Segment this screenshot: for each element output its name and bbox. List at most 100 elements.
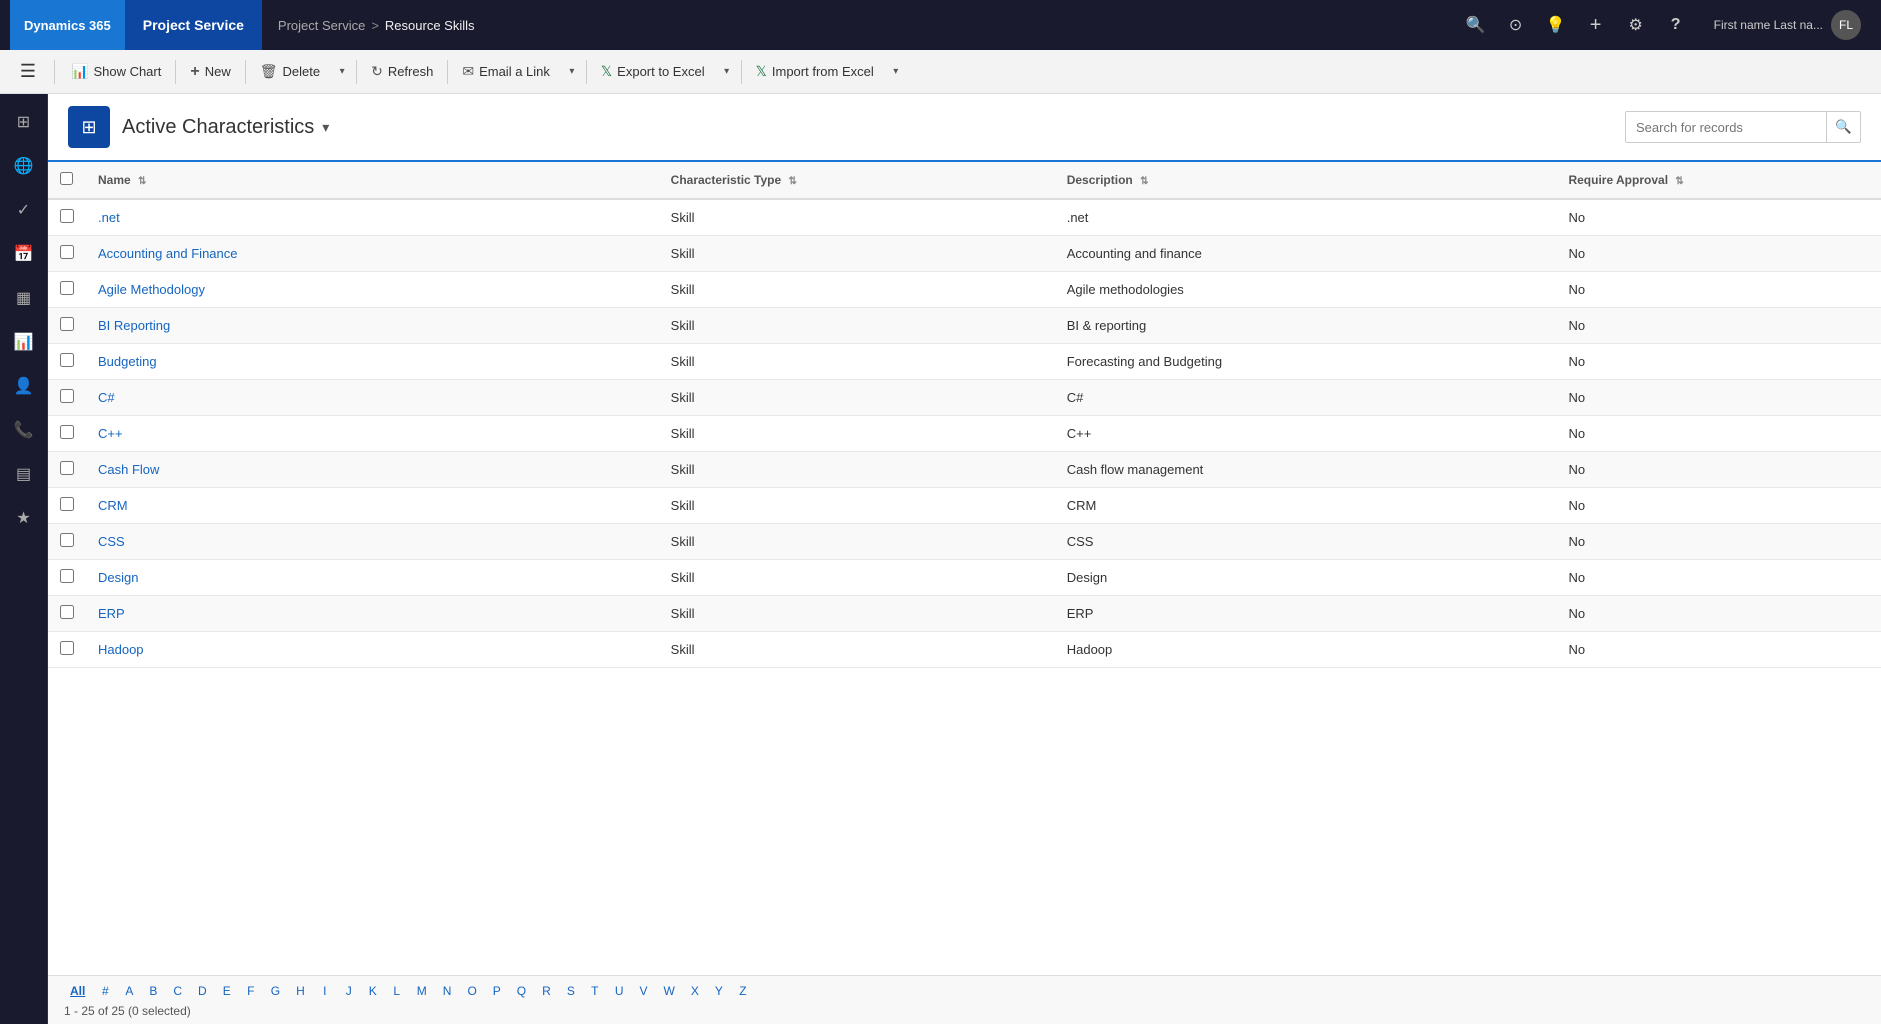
avatar[interactable]: FL (1831, 10, 1861, 40)
table-row[interactable]: Agile Methodology Skill Agile methodolog… (48, 272, 1881, 308)
table-row[interactable]: CRM Skill CRM No (48, 488, 1881, 524)
letter-nav-s[interactable]: S (561, 982, 581, 1000)
sidebar-icon-person[interactable]: 👤 (4, 366, 44, 406)
approval-column-header[interactable]: Require Approval ⇅ (1556, 162, 1881, 199)
record-name-link[interactable]: Hadoop (98, 642, 144, 657)
sidebar-icon-star[interactable]: ★ (4, 498, 44, 538)
description-column-header[interactable]: Description ⇅ (1055, 162, 1557, 199)
table-row[interactable]: C# Skill C# No (48, 380, 1881, 416)
lightbulb-nav-icon[interactable]: 💡 (1538, 7, 1574, 43)
letter-nav-v[interactable]: V (634, 982, 654, 1000)
letter-nav-q[interactable]: Q (511, 982, 532, 1000)
letter-nav-j[interactable]: J (339, 982, 359, 1000)
row-checkbox[interactable] (60, 425, 74, 439)
table-row[interactable]: Design Skill Design No (48, 560, 1881, 596)
table-row[interactable]: CSS Skill CSS No (48, 524, 1881, 560)
name-column-header[interactable]: Name ⇅ (86, 162, 659, 199)
record-name-link[interactable]: C# (98, 390, 115, 405)
new-button[interactable]: + New (180, 56, 240, 88)
record-name-link[interactable]: Design (98, 570, 138, 585)
email-link-button[interactable]: ✉ Email a Link (452, 56, 560, 88)
record-name-link[interactable]: CRM (98, 498, 128, 513)
sidebar-icon-globe[interactable]: 🌐 (4, 146, 44, 186)
row-checkbox[interactable] (60, 209, 74, 223)
search-button[interactable]: 🔍 (1826, 111, 1860, 143)
letter-nav-a[interactable]: A (119, 982, 139, 1000)
letter-nav-x[interactable]: X (685, 982, 705, 1000)
row-checkbox[interactable] (60, 317, 74, 331)
import-dropdown-arrow[interactable]: ▾ (886, 56, 906, 88)
letter-nav-#[interactable]: # (95, 982, 115, 1000)
table-row[interactable]: .net Skill .net No (48, 199, 1881, 236)
app-name[interactable]: Project Service (125, 0, 262, 50)
record-name-link[interactable]: .net (98, 210, 120, 225)
row-checkbox[interactable] (60, 641, 74, 655)
letter-nav-y[interactable]: Y (709, 982, 729, 1000)
letter-nav-g[interactable]: G (265, 982, 286, 1000)
letter-nav-k[interactable]: K (363, 982, 383, 1000)
brand-dynamics365[interactable]: Dynamics 365 (10, 0, 125, 50)
letter-nav-m[interactable]: M (411, 982, 433, 1000)
row-checkbox[interactable] (60, 605, 74, 619)
sidebar-icon-calendar[interactable]: 📅 (4, 234, 44, 274)
sidebar-icon-table[interactable]: ▤ (4, 454, 44, 494)
table-row[interactable]: BI Reporting Skill BI & reporting No (48, 308, 1881, 344)
select-all-checkbox[interactable] (60, 172, 73, 185)
letter-nav-z[interactable]: Z (733, 982, 753, 1000)
export-dropdown-arrow[interactable]: ▾ (717, 56, 737, 88)
letter-nav-c[interactable]: C (167, 982, 188, 1000)
record-name-link[interactable]: C++ (98, 426, 123, 441)
letter-nav-w[interactable]: W (658, 982, 681, 1000)
delete-dropdown-arrow[interactable]: ▾ (332, 56, 352, 88)
help-nav-icon[interactable]: ? (1658, 7, 1694, 43)
record-name-link[interactable]: Agile Methodology (98, 282, 205, 297)
delete-button[interactable]: 🗑 Delete (250, 56, 330, 88)
row-checkbox[interactable] (60, 389, 74, 403)
row-checkbox[interactable] (60, 281, 74, 295)
row-checkbox[interactable] (60, 461, 74, 475)
table-row[interactable]: ERP Skill ERP No (48, 596, 1881, 632)
record-name-link[interactable]: Accounting and Finance (98, 246, 237, 261)
record-name-link[interactable]: Budgeting (98, 354, 157, 369)
sidebar-icon-grid[interactable]: ▦ (4, 278, 44, 318)
view-dropdown-arrow[interactable]: ▾ (322, 119, 329, 136)
letter-nav-r[interactable]: R (536, 982, 557, 1000)
record-name-link[interactable]: ERP (98, 606, 125, 621)
letter-nav-i[interactable]: I (315, 982, 335, 1000)
record-name-link[interactable]: Cash Flow (98, 462, 159, 477)
add-nav-icon[interactable]: + (1578, 7, 1614, 43)
letter-nav-o[interactable]: O (461, 982, 482, 1000)
letter-nav-t[interactable]: T (585, 982, 605, 1000)
search-nav-icon[interactable]: 🔍 (1458, 7, 1494, 43)
row-checkbox[interactable] (60, 353, 74, 367)
email-dropdown-arrow[interactable]: ▾ (562, 56, 582, 88)
letter-nav-all[interactable]: All (64, 982, 91, 1000)
row-checkbox[interactable] (60, 533, 74, 547)
letter-nav-h[interactable]: H (290, 982, 311, 1000)
letter-nav-e[interactable]: E (217, 982, 237, 1000)
letter-nav-n[interactable]: N (437, 982, 458, 1000)
letter-nav-f[interactable]: F (241, 982, 261, 1000)
table-row[interactable]: Cash Flow Skill Cash flow management No (48, 452, 1881, 488)
show-chart-button[interactable]: 📊 Show Chart (61, 56, 171, 88)
settings-nav-icon[interactable]: ⚙ (1618, 7, 1654, 43)
letter-nav-l[interactable]: L (387, 982, 407, 1000)
type-column-header[interactable]: Characteristic Type ⇅ (659, 162, 1055, 199)
hamburger-button[interactable]: ☰ (8, 52, 48, 92)
table-row[interactable]: Accounting and Finance Skill Accounting … (48, 236, 1881, 272)
row-checkbox[interactable] (60, 245, 74, 259)
row-checkbox[interactable] (60, 497, 74, 511)
search-input[interactable] (1626, 120, 1826, 135)
row-checkbox[interactable] (60, 569, 74, 583)
sidebar-icon-checkmark[interactable]: ✓ (4, 190, 44, 230)
record-name-link[interactable]: BI Reporting (98, 318, 170, 333)
target-nav-icon[interactable]: ⊙ (1498, 7, 1534, 43)
letter-nav-u[interactable]: U (609, 982, 630, 1000)
table-row[interactable]: Hadoop Skill Hadoop No (48, 632, 1881, 668)
record-name-link[interactable]: CSS (98, 534, 125, 549)
table-row[interactable]: C++ Skill C++ No (48, 416, 1881, 452)
export-excel-button[interactable]: 𝕏 Export to Excel (591, 56, 715, 88)
letter-nav-b[interactable]: B (143, 982, 163, 1000)
table-row[interactable]: Budgeting Skill Forecasting and Budgetin… (48, 344, 1881, 380)
letter-nav-d[interactable]: D (192, 982, 213, 1000)
